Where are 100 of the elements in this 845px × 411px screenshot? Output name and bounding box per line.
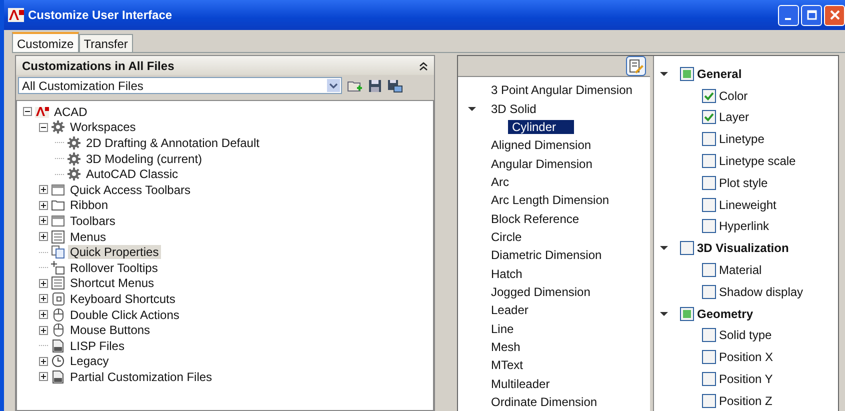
checkbox[interactable] xyxy=(702,284,716,299)
file-icon xyxy=(51,370,65,384)
collapse-arrow-icon[interactable] xyxy=(660,70,668,78)
open-folder-icon[interactable] xyxy=(347,78,363,92)
tab[interactable]: Customize xyxy=(12,32,79,52)
tree-item[interactable]: Quick Access Toolbars xyxy=(68,182,192,197)
collapse-icon[interactable] xyxy=(419,60,428,70)
tree-item[interactable]: Legacy xyxy=(68,354,111,368)
tab[interactable]: Transfer xyxy=(78,34,133,52)
object-type-item[interactable]: MText xyxy=(487,358,528,372)
file-icon xyxy=(51,338,65,353)
tree-item[interactable]: Ribbon xyxy=(68,198,110,212)
expand-toggle-icon[interactable] xyxy=(39,310,48,320)
expand-toggle-icon[interactable] xyxy=(39,294,48,304)
group-label: Geometry xyxy=(697,306,754,321)
object-type-item[interactable]: Circle xyxy=(487,230,526,244)
object-type-item[interactable]: 3 Point Angular Dimension xyxy=(487,83,636,98)
checkbox[interactable] xyxy=(702,394,716,408)
object-type-item[interactable]: Arc Length Dimension xyxy=(487,193,614,208)
expand-toggle-icon[interactable] xyxy=(39,232,48,242)
collapse-arrow-icon[interactable] xyxy=(660,310,668,318)
maximize-icon xyxy=(806,10,816,20)
checkbox[interactable] xyxy=(680,66,694,81)
expand-toggle-icon[interactable] xyxy=(39,200,48,210)
save-as-icon[interactable] xyxy=(387,78,403,92)
tree-item[interactable]: Workspaces xyxy=(68,120,138,134)
group-label: 3D Visualization xyxy=(697,241,789,256)
tree-item[interactable]: Menus xyxy=(68,230,108,244)
tree-item[interactable]: AutoCAD Classic xyxy=(84,167,180,182)
checkbox[interactable] xyxy=(702,350,716,364)
gears-icon xyxy=(51,120,65,134)
checkbox[interactable] xyxy=(702,198,716,212)
object-type-item[interactable]: Leader xyxy=(487,303,532,318)
tree-item[interactable]: Quick Properties xyxy=(68,245,161,260)
object-type-item[interactable]: 3D Solid xyxy=(487,102,540,116)
maximize-button[interactable] xyxy=(801,4,822,26)
property-label: Solid type xyxy=(719,328,772,342)
property-label: Position Y xyxy=(719,372,773,386)
checkbox[interactable] xyxy=(702,328,716,342)
expand-toggle-icon[interactable] xyxy=(23,107,32,116)
checkbox[interactable] xyxy=(702,263,716,278)
close-button[interactable] xyxy=(824,4,845,26)
checkbox[interactable] xyxy=(702,88,716,103)
expand-toggle-icon[interactable] xyxy=(39,278,48,288)
expand-toggle-icon[interactable] xyxy=(39,122,48,132)
file-dropdown[interactable]: All Customization Files xyxy=(18,77,342,94)
tree-item[interactable]: 3D Modeling (current) xyxy=(84,152,204,166)
property-label: Shadow display xyxy=(719,284,804,299)
menu-icon xyxy=(51,276,65,290)
object-type-item[interactable]: Arc xyxy=(487,174,513,189)
tree-item[interactable]: LISP Files xyxy=(68,338,126,353)
expand-toggle-icon[interactable] xyxy=(39,372,48,382)
save-icon[interactable] xyxy=(368,78,382,92)
object-type-item[interactable]: Jogged Dimension xyxy=(487,284,594,299)
checkbox[interactable] xyxy=(702,219,716,234)
object-type-item[interactable]: Ordinate Dimension xyxy=(487,395,602,410)
collapse-arrow-icon[interactable] xyxy=(468,104,476,113)
checkbox[interactable] xyxy=(680,241,694,256)
object-type-item[interactable]: Diametric Dimension xyxy=(487,248,606,262)
object-type-item[interactable]: Mesh xyxy=(487,340,524,354)
property-label: Plot style xyxy=(719,176,768,190)
expand-toggle-icon[interactable] xyxy=(39,356,48,366)
tree-item[interactable]: Shortcut Menus xyxy=(68,276,156,290)
group-label: General xyxy=(697,66,742,81)
checkbox[interactable] xyxy=(702,154,716,168)
tree-item[interactable]: Rollover Tooltips xyxy=(68,260,160,275)
minimize-icon xyxy=(784,18,790,20)
expand-toggle-icon[interactable] xyxy=(39,185,48,194)
tree-item[interactable]: 2D Drafting & Annotation Default xyxy=(84,136,262,150)
minimize-button[interactable] xyxy=(778,4,799,26)
expand-toggle-icon[interactable] xyxy=(39,216,48,226)
mouse-icon xyxy=(51,323,65,338)
checkbox[interactable] xyxy=(702,372,716,386)
window-title: Customize User Interface xyxy=(28,8,172,22)
tree-item[interactable]: Double Click Actions xyxy=(68,308,182,322)
property-label: Color xyxy=(719,88,748,103)
checkbox[interactable] xyxy=(680,306,694,321)
tooltip-icon xyxy=(51,260,65,275)
property-label: Layer xyxy=(719,110,750,124)
object-type-item[interactable]: Hatch xyxy=(487,266,526,281)
object-type-item[interactable]: Aligned Dimension xyxy=(487,138,596,152)
object-type-item[interactable]: Line xyxy=(487,322,518,336)
object-type-item[interactable]: Block Reference xyxy=(487,212,584,226)
tree-item[interactable]: Partial Customization Files xyxy=(68,370,214,384)
tree-item[interactable]: Mouse Buttons xyxy=(68,323,152,338)
property-label: Lineweight xyxy=(719,198,776,212)
object-type-item[interactable]: Cylinder xyxy=(508,120,574,134)
tree-item[interactable]: Keyboard Shortcuts xyxy=(68,292,178,306)
folder-icon xyxy=(51,198,65,212)
checkbox[interactable] xyxy=(702,176,716,190)
object-type-item[interactable]: Angular Dimension xyxy=(487,156,596,171)
tree-item[interactable]: ACAD xyxy=(52,104,90,119)
menu-icon xyxy=(51,230,65,244)
edit-list-icon[interactable] xyxy=(626,56,646,76)
collapse-arrow-icon[interactable] xyxy=(660,244,668,252)
checkbox[interactable] xyxy=(702,132,716,146)
checkbox[interactable] xyxy=(702,110,716,124)
tree-item[interactable]: Toolbars xyxy=(68,214,118,228)
object-type-item[interactable]: Multileader xyxy=(487,376,554,391)
expand-toggle-icon[interactable] xyxy=(39,326,48,335)
